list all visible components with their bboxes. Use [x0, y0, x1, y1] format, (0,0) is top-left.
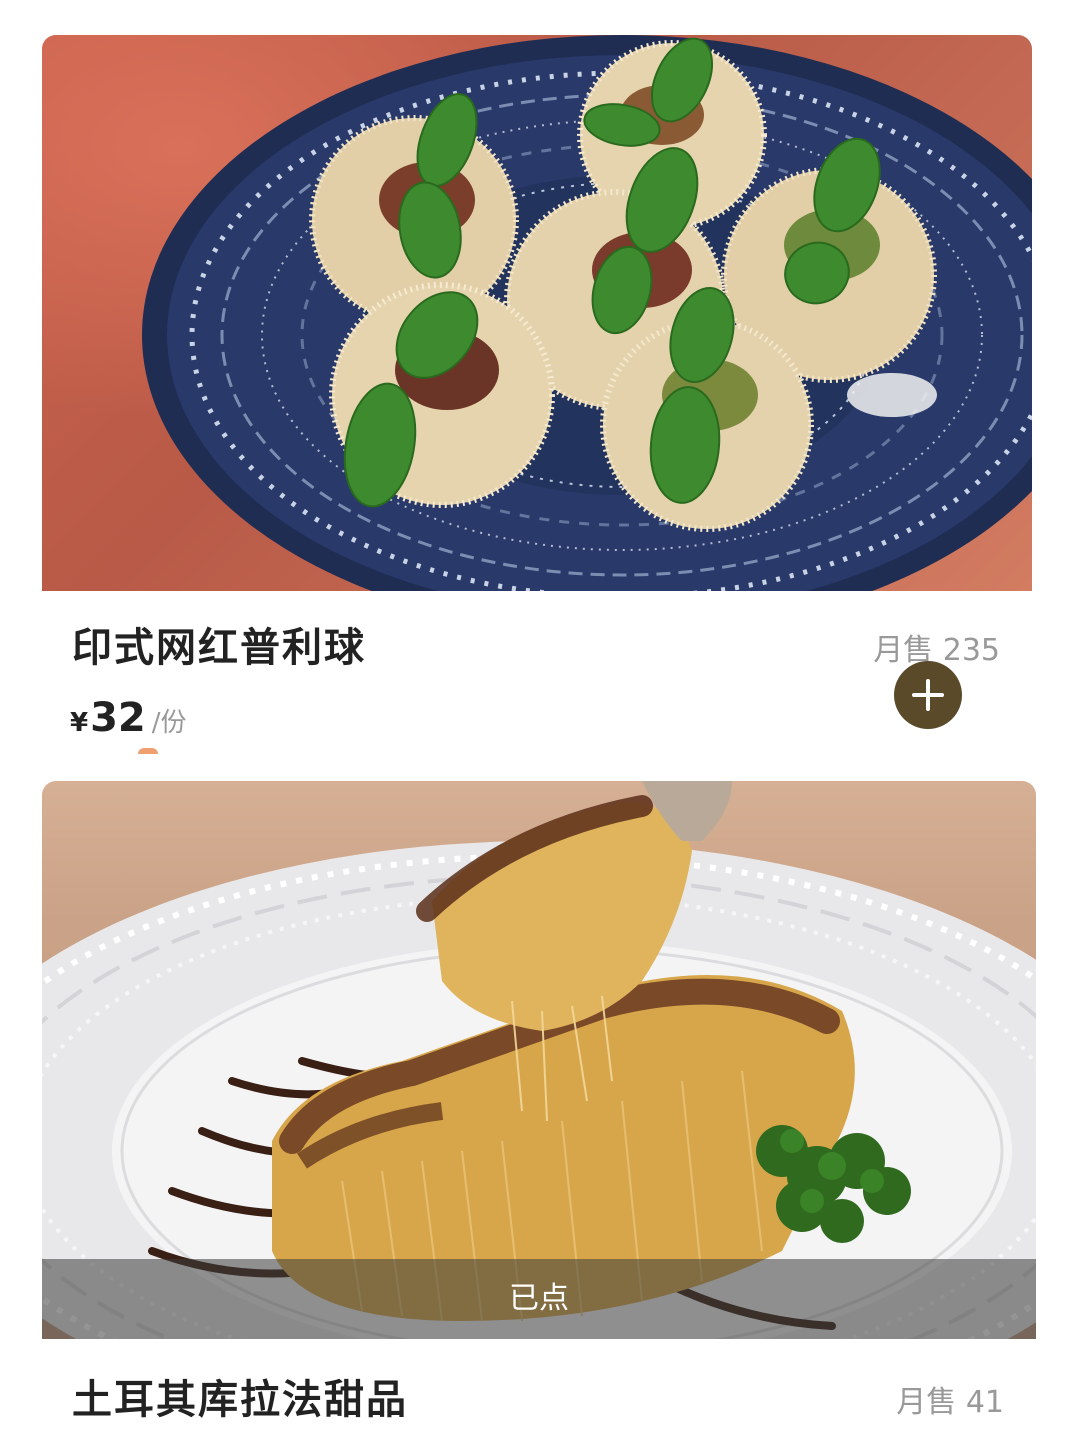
add-to-cart-button[interactable] — [894, 661, 962, 729]
price: ¥ 32 /份 — [70, 695, 187, 741]
dish-name: 土耳其库拉法甜品 — [72, 1377, 408, 1423]
sales-label: 月售 — [896, 1385, 957, 1420]
plus-icon-stroke — [926, 679, 930, 711]
dish-card[interactable]: 印式网红普利球 月售 235 ¥ 32 /份 — [42, 35, 1032, 748]
menu-list: 印式网红普利球 月售 235 ¥ 32 /份 已点 土耳其库拉法甜品 月售 41 — [0, 0, 1080, 1440]
dish-card[interactable]: 已点 土耳其库拉法甜品 月售 41 — [42, 781, 1036, 1440]
dish-name: 印式网红普利球 — [72, 625, 366, 671]
sales-count: 41 — [965, 1385, 1004, 1420]
price-currency: ¥ — [70, 708, 89, 738]
price-unit: /份 — [151, 708, 187, 738]
dish-photo[interactable]: 已点 — [42, 781, 1036, 1339]
dish-photo[interactable] — [42, 35, 1032, 591]
cart-badge-peek — [138, 748, 158, 754]
monthly-sales: 月售 41 — [896, 1377, 1004, 1421]
sales-count: 235 — [942, 633, 1000, 668]
price-value: 32 — [90, 695, 146, 741]
ordered-indicator: 已点 — [42, 1259, 1036, 1339]
